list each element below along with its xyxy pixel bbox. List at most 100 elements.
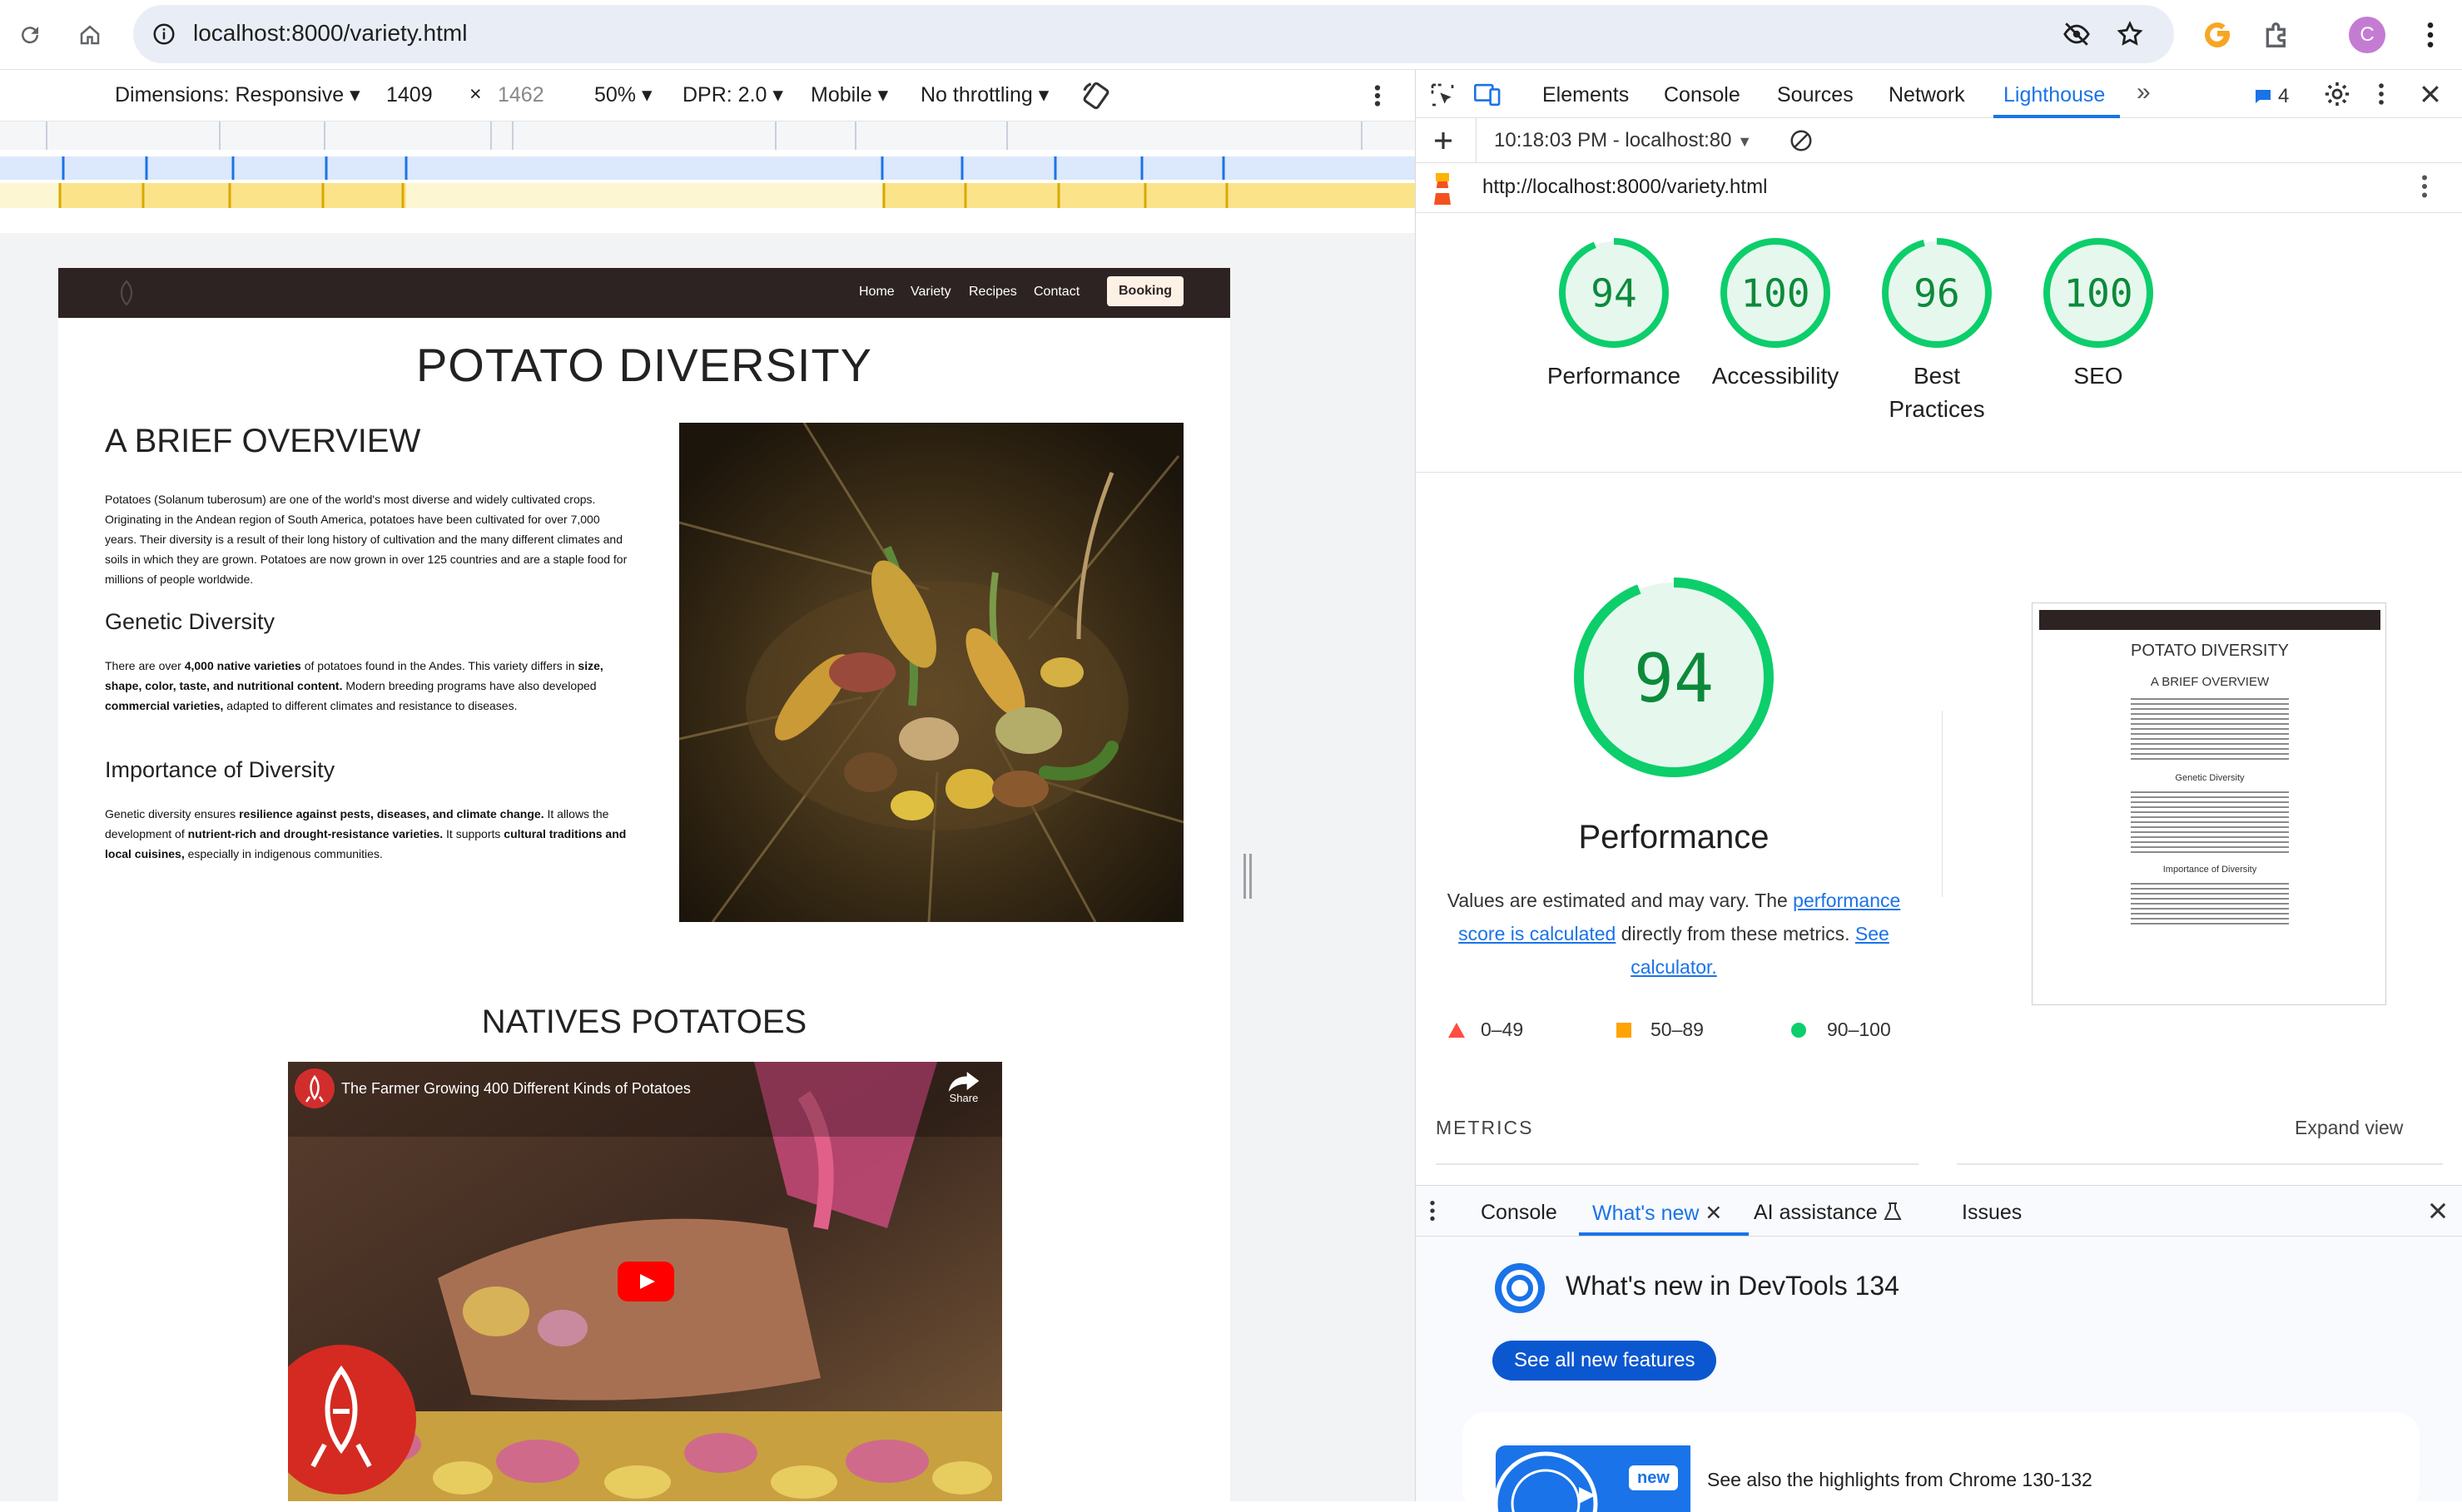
tab-sources[interactable]: Sources (1777, 83, 1854, 107)
whats-new-tab-label: What's new (1592, 1202, 1700, 1225)
throttling-select[interactable]: No throttling ▾ (921, 82, 1049, 107)
play-button[interactable] (618, 1262, 674, 1301)
report-menu-icon[interactable] (2416, 171, 2433, 201)
report-divider (1942, 711, 1943, 897)
zoom-label: 50% (594, 83, 637, 107)
drawer-tab-ai[interactable]: AI assistance (1754, 1201, 1902, 1225)
highlights-text[interactable]: See also the highlights from Chrome 130-… (1707, 1469, 2092, 1491)
drawer-tab-issues[interactable]: Issues (1962, 1201, 2022, 1225)
more-tabs-button[interactable]: » (2137, 78, 2151, 107)
metrics-rule-right (1957, 1163, 2443, 1165)
note-text-b: directly from these metrics. (1616, 923, 1855, 944)
see-all-features-button[interactable]: See all new features (1492, 1341, 1717, 1381)
p3-bold-d: nutrient-rich and drought-resistance var… (187, 827, 444, 840)
height-input[interactable]: 1462 (491, 80, 574, 112)
p3-text-a: Genetic diversity ensures (105, 807, 240, 820)
score-gauges: 94 Performance 100 Accessibility 96 Best Prac… (1416, 213, 2462, 473)
whats-new-headline: What's new in DevTools 134 (1566, 1271, 1899, 1301)
score-gauge-label: Performance (1546, 363, 1681, 389)
dimensions-select[interactable]: Dimensions: Responsive ▾ (115, 82, 360, 107)
close-devtools-icon[interactable] (2418, 82, 2443, 107)
score-gauge-accessibility[interactable]: 100 Accessibility (1692, 133, 1859, 393)
media-query-bars (0, 121, 1415, 233)
close-drawer-icon[interactable] (2426, 1199, 2450, 1222)
tab-console[interactable]: Console (1664, 83, 1740, 107)
booking-button[interactable]: Booking (1107, 276, 1184, 306)
drawer-tab-whats-new[interactable]: What's new ✕ (1592, 1201, 1722, 1226)
issues-counter[interactable]: 4 (2253, 85, 2289, 108)
device-more-icon[interactable] (1365, 80, 1390, 112)
site-logo-icon[interactable] (117, 280, 137, 306)
final-screenshot-thumbnail[interactable]: POTATO DIVERSITY A BRIEF OVERVIEW Geneti… (2032, 602, 2386, 1005)
score-gauge-ring: 100 (2043, 238, 2153, 348)
dpr-label: DPR: 2.0 (683, 83, 767, 107)
drawer-tab-console[interactable]: Console (1481, 1201, 1557, 1225)
toolbar-divider (1476, 118, 1477, 163)
score-gauge-label: SEO (2073, 363, 2123, 389)
score-gauge-seo[interactable]: 100 SEO (2015, 133, 2182, 393)
legend-fail: 0–49 (1447, 1019, 1523, 1041)
profile-avatar[interactable]: C (2349, 17, 2385, 53)
fail-triangle-icon (1448, 1022, 1465, 1038)
extensions-puzzle-icon[interactable] (2261, 18, 2294, 52)
nav-recipes[interactable]: Recipes (969, 285, 1017, 300)
settings-gear-icon[interactable] (2323, 80, 2351, 108)
viewport-resize-handle[interactable] (1243, 854, 1252, 899)
reload-icon[interactable] (12, 17, 48, 53)
video-player[interactable]: The Farmer Growing 400 Different Kinds o… (288, 1062, 1002, 1501)
p2-bold-b: 4,000 native varieties (184, 659, 301, 672)
performance-big-gauge: 94 (1572, 576, 1775, 779)
dpr-select[interactable]: DPR: 2.0 ▾ (683, 82, 783, 107)
expand-view-button[interactable]: Expand view (2295, 1117, 2403, 1139)
share-button[interactable]: Share (946, 1070, 982, 1104)
width-input[interactable]: 1409 (380, 80, 463, 112)
pass-circle-icon (1791, 1022, 1806, 1038)
zoom-select[interactable]: 50% ▾ (594, 82, 653, 107)
nav-home[interactable]: Home (859, 285, 895, 300)
eye-off-icon[interactable] (2062, 20, 2091, 48)
performance-big-gauge-ring: 94 (1574, 578, 1774, 777)
p2-bold-f: commercial varieties, (105, 699, 224, 712)
legend-fail-label: 0–49 (1481, 1019, 1524, 1040)
note-text-a: Values are estimated and may vary. The (1447, 890, 1794, 911)
tab-elements[interactable]: Elements (1542, 83, 1629, 107)
video-title[interactable]: The Farmer Growing 400 Different Kinds o… (341, 1080, 691, 1098)
device-toggle-icon[interactable] (1474, 82, 1502, 108)
close-whats-new-icon[interactable]: ✕ (1705, 1202, 1722, 1225)
highlights-card: new See also the highlights from Chrome … (1462, 1412, 2420, 1512)
nav-contact[interactable]: Contact (1034, 285, 1080, 300)
score-gauge-performance[interactable]: 94 Performance (1531, 133, 1697, 393)
inspect-element-icon[interactable] (1429, 82, 1456, 108)
site-info-icon[interactable] (151, 22, 176, 47)
star-icon[interactable] (2116, 20, 2144, 48)
p3-text-g: especially in indigenous communities. (184, 847, 383, 860)
extension-g-icon[interactable] (2201, 18, 2234, 52)
tab-lighthouse[interactable]: Lighthouse (2003, 83, 2105, 107)
thumb-text-lines-1 (2131, 698, 2289, 761)
devtools-drawer: Console What's new ✕ AI assistance Issue… (1416, 1185, 2462, 1512)
browser-toolbar: localhost:8000/variety.html C (0, 0, 2462, 70)
legend-average: 50–89 (1616, 1019, 1704, 1041)
tab-network[interactable]: Network (1889, 83, 1965, 107)
site-page: Home Variety Recipes Contact Booking POT… (58, 268, 1230, 1501)
thumb-subheading-a: Genetic Diversity (2175, 773, 2245, 783)
score-gauge-ring: 96 (1882, 238, 1992, 348)
media-query-graphic[interactable] (0, 121, 1415, 233)
score-gauge-label: Best Practices (1889, 363, 1985, 422)
channel-watermark-icon (288, 1345, 416, 1495)
device-type-select[interactable]: Mobile ▾ (811, 82, 888, 107)
gauge-score: 96 (1914, 271, 1959, 316)
message-icon (2256, 90, 2271, 103)
channel-avatar-icon[interactable] (295, 1068, 335, 1108)
browser-menu-icon[interactable] (2414, 18, 2447, 52)
genetic-heading: Genetic Diversity (105, 609, 275, 634)
share-icon (948, 1072, 980, 1092)
home-icon[interactable] (72, 17, 108, 53)
drawer-menu-icon[interactable] (1426, 1197, 1439, 1224)
new-report-plus-icon[interactable] (1431, 128, 1456, 153)
address-bar[interactable]: localhost:8000/variety.html (133, 5, 2174, 63)
rotate-icon[interactable] (1080, 80, 1112, 112)
nav-variety[interactable]: Variety (911, 285, 951, 300)
devtools-menu-icon[interactable] (2373, 80, 2390, 108)
score-gauge-best-practices[interactable]: 96 Best Practices (1854, 133, 2020, 426)
